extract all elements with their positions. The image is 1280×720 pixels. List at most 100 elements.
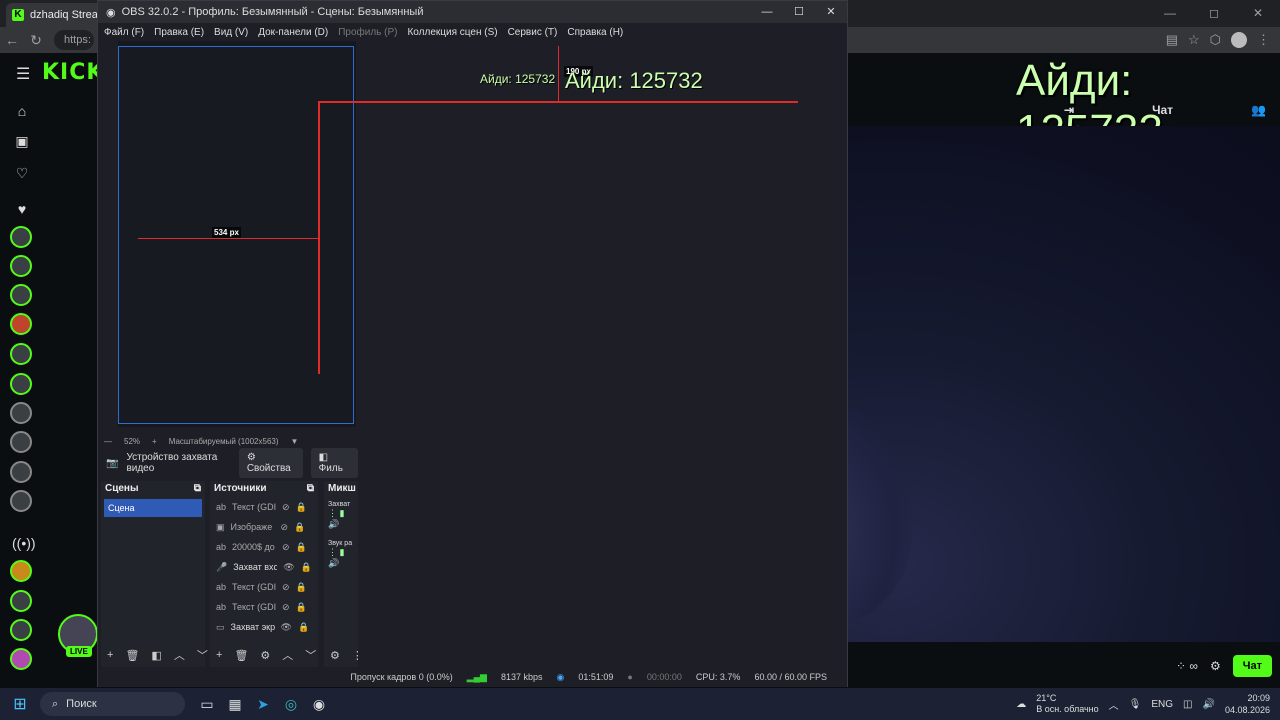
source-props-icon[interactable]: ⚙ (260, 649, 270, 662)
sidebar-channel-avatar[interactable] (10, 226, 32, 248)
task-view-icon[interactable]: ▭ (193, 696, 221, 713)
collapse-chat-icon[interactable]: ⇥ (1064, 103, 1074, 117)
gear-icon[interactable]: ⚙ (1210, 659, 1221, 673)
sidebar-channel-avatar[interactable] (10, 373, 32, 395)
menu-item[interactable]: Справка (H) (567, 27, 623, 38)
address-bar[interactable]: https: (54, 30, 94, 50)
volume-icon[interactable]: 🔊 (1203, 699, 1215, 710)
sidebar-channel-avatar[interactable] (10, 619, 32, 641)
menu-item[interactable]: Сервис (T) (508, 27, 558, 38)
minimize-button[interactable]: — (1148, 0, 1192, 27)
sidebar-channel-avatar[interactable] (10, 560, 32, 582)
browse-icon[interactable]: ▣ (12, 133, 32, 150)
sidebar-channel-avatar[interactable] (10, 590, 32, 612)
reading-mode-icon[interactable]: ▤ (1166, 32, 1178, 48)
sidebar-channel-avatar[interactable] (10, 461, 32, 483)
eye-hidden-icon[interactable]: ⊘ (282, 502, 290, 513)
source-item[interactable]: ab Текст (GDI ⊘ 🔒 (210, 577, 318, 597)
move-down-icon[interactable]: ﹀ (305, 647, 316, 663)
obs-taskbar-icon[interactable]: ◉ (305, 696, 333, 713)
sidebar-channel-avatar[interactable] (10, 648, 32, 670)
reload-icon[interactable]: ↻ (24, 32, 48, 49)
store-icon[interactable]: ▦ (221, 696, 249, 713)
bookmark-star-icon[interactable]: ☆ (1188, 32, 1200, 48)
maximize-button[interactable]: ◻ (1192, 0, 1236, 27)
mixer-settings-icon[interactable]: ⚙ (330, 649, 340, 662)
sidebar-channel-avatar[interactable] (10, 343, 32, 365)
chevron-down-icon[interactable]: ▼ (291, 437, 299, 446)
lock-icon[interactable]: 🔒 (296, 542, 307, 553)
lock-icon[interactable]: 🔒 (296, 502, 307, 513)
edge-icon[interactable]: ◎ (277, 696, 305, 713)
menu-item[interactable]: Правка (E) (154, 27, 204, 38)
obs-close-button[interactable]: ✕ (815, 1, 847, 23)
menu-item[interactable]: Коллекция сцен (S) (407, 27, 497, 38)
source-item[interactable]: ab 20000$ до ⊘ 🔒 (210, 537, 318, 557)
add-scene-icon[interactable]: + (107, 649, 113, 661)
eye-icon[interactable]: 👁 (281, 622, 292, 633)
lock-icon[interactable]: 🔒 (298, 622, 309, 633)
speaker-icon[interactable]: 🔊 (324, 519, 358, 530)
remove-scene-icon[interactable]: 🗑 (125, 649, 139, 662)
zoom-mode[interactable]: Масштабируемый (1002x563) (169, 437, 279, 446)
sidebar-channel-avatar[interactable] (10, 255, 32, 277)
language[interactable]: ENG (1151, 699, 1173, 710)
chevron-up-icon[interactable]: ︿ (1109, 697, 1119, 712)
menu-item[interactable]: Вид (V) (214, 27, 248, 38)
telegram-icon[interactable]: ➤ (249, 696, 277, 713)
zoom-in-button[interactable]: + (152, 437, 157, 446)
move-up-icon[interactable]: ︿ (282, 647, 293, 663)
following-icon[interactable]: ♡ (12, 165, 32, 182)
eye-hidden-icon[interactable]: ⊘ (281, 522, 289, 533)
undock-icon[interactable]: ⧉ (307, 483, 314, 495)
extensions-icon[interactable]: ⬡ (1210, 32, 1221, 48)
network-icon[interactable]: ◫ (1183, 699, 1192, 710)
source-item[interactable]: ab Текст (GDI ⊘ 🔒 (210, 597, 318, 617)
move-up-icon[interactable]: ︿ (174, 647, 185, 663)
taskbar-search[interactable]: ⌕ Поиск (40, 692, 185, 716)
points-icon[interactable]: ⁘ ∞ (1176, 659, 1198, 673)
speaker-icon[interactable]: 🔊 (324, 558, 358, 569)
microphone-icon[interactable]: 🎙 (1129, 699, 1142, 710)
clock[interactable]: 20:09 04.08.2026 (1225, 692, 1270, 716)
source-item[interactable]: ▣ Изображе ⊘ 🔒 (210, 517, 318, 537)
more-icon[interactable]: ⋮ (1257, 32, 1270, 48)
users-icon[interactable]: 👥 (1251, 103, 1266, 117)
menu-item[interactable]: Файл (F) (104, 27, 144, 38)
scene-item[interactable]: Сцена (104, 499, 202, 517)
menu-icon[interactable]: ☰ (16, 64, 30, 84)
zoom-out-button[interactable]: — (104, 437, 112, 446)
eye-hidden-icon[interactable]: ⊘ (282, 582, 290, 593)
home-icon[interactable]: ⌂ (12, 103, 32, 119)
sidebar-channel-avatar[interactable] (10, 284, 32, 306)
sidebar-channel-avatar[interactable] (10, 490, 32, 512)
sidebar-channel-avatar[interactable] (10, 431, 32, 453)
lock-icon[interactable]: 🔒 (296, 602, 307, 613)
close-button[interactable]: ✕ (1236, 0, 1280, 27)
menu-item[interactable]: Док-панели (D) (258, 27, 328, 38)
more-icon[interactable]: ⋮ (352, 649, 363, 662)
properties-button[interactable]: ⚙ Свойства (238, 448, 303, 478)
source-item[interactable]: ab Текст (GDI ⊘ 🔒 (210, 497, 318, 517)
lock-icon[interactable]: 🔒 (294, 522, 305, 533)
remove-source-icon[interactable]: 🗑 (234, 649, 248, 662)
filters-button[interactable]: ◧ Филь (310, 448, 359, 478)
profile-avatar[interactable] (1231, 32, 1247, 48)
sidebar-channel-avatar[interactable] (10, 313, 32, 335)
undock-icon[interactable]: ⧉ (194, 483, 201, 495)
kick-logo[interactable]: KICK (42, 60, 104, 85)
obs-maximize-button[interactable]: ☐ (783, 1, 815, 23)
favorites-icon[interactable]: ♥ (12, 201, 32, 217)
eye-hidden-icon[interactable]: ⊘ (282, 542, 290, 553)
scene-filter-icon[interactable]: ◧ (151, 649, 161, 662)
move-down-icon[interactable]: ﹀ (197, 647, 208, 663)
eye-icon[interactable]: 👁 (283, 562, 294, 573)
chat-send-button[interactable]: Чат (1232, 655, 1272, 677)
source-item[interactable]: ▭ Захват экр 👁 🔒 (210, 617, 318, 637)
sidebar-channel-avatar[interactable] (10, 402, 32, 424)
add-source-icon[interactable]: + (216, 649, 222, 661)
eye-hidden-icon[interactable]: ⊘ (282, 602, 290, 613)
start-icon[interactable]: ⊞ (0, 694, 40, 714)
weather[interactable]: 21°C В осн. облачно (1036, 693, 1098, 715)
lock-icon[interactable]: 🔒 (301, 562, 312, 573)
